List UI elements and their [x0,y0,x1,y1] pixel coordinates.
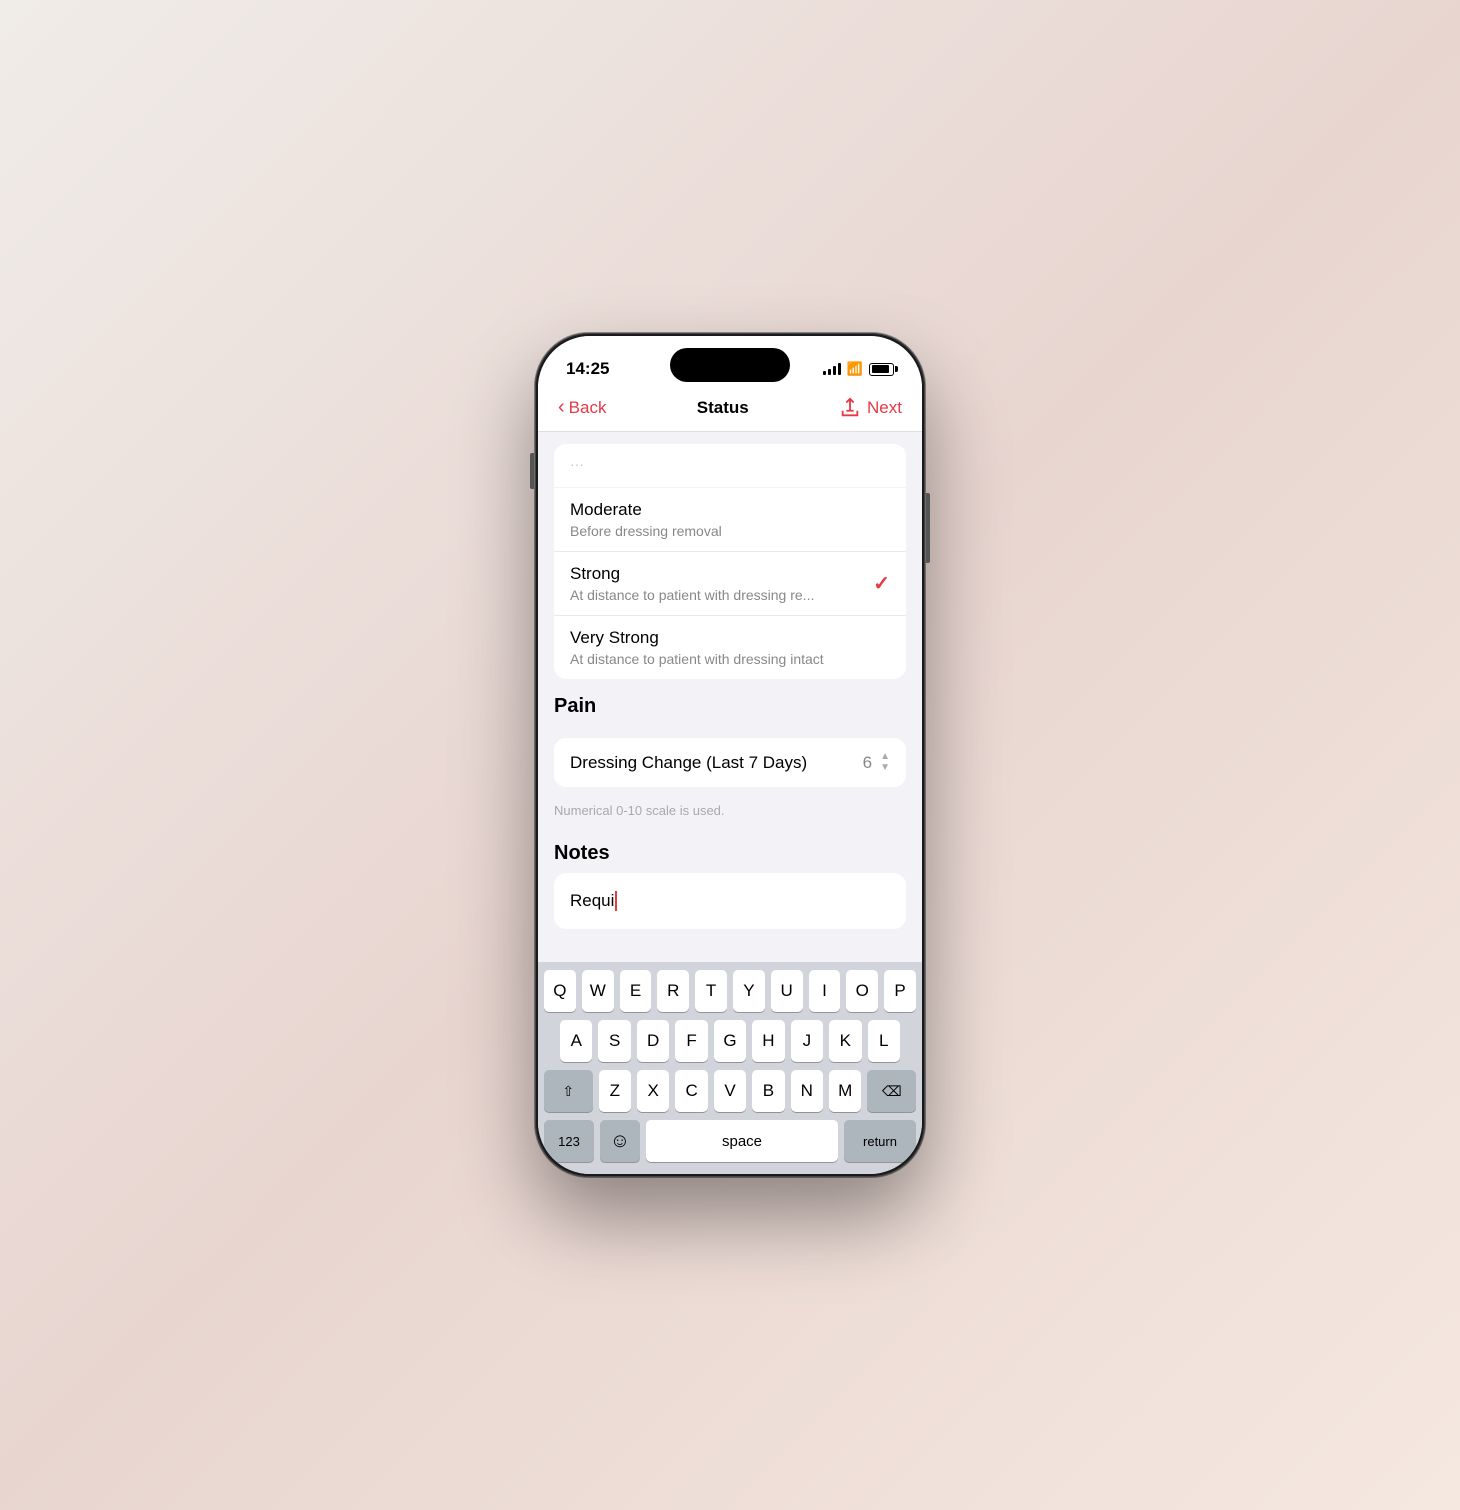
odor-strong-text: Strong At distance to patient with dress… [570,564,814,603]
odor-very-strong-text: Very Strong At distance to patient with … [570,628,824,667]
selected-checkmark: ✓ [873,571,890,596]
stepper-arrows[interactable]: ▲ ▼ [880,752,890,773]
key-shift[interactable]: ⇧ [544,1070,593,1112]
dynamic-island [670,348,790,382]
key-y[interactable]: Y [733,970,765,1012]
key-l[interactable]: L [868,1020,900,1062]
odor-very-strong-subtitle: At distance to patient with dressing int… [570,651,824,667]
key-m[interactable]: M [829,1070,861,1112]
key-x[interactable]: X [637,1070,669,1112]
pain-header: Pain [538,679,922,726]
odor-item-very-strong[interactable]: Very Strong At distance to patient with … [554,616,906,679]
key-e[interactable]: E [620,970,652,1012]
key-s[interactable]: S [598,1020,630,1062]
wifi-icon: 📶 [847,361,863,377]
odor-card: ··· Moderate Before dressing removal Str… [554,444,906,679]
key-q[interactable]: Q [544,970,576,1012]
battery-icon [869,363,894,376]
key-i[interactable]: I [809,970,841,1012]
key-emoji[interactable]: ☺ [600,1120,640,1162]
key-n[interactable]: N [791,1070,823,1112]
signal-icon [823,363,841,375]
odor-partial-title: ··· [570,456,584,472]
stepper-down-arrow[interactable]: ▼ [880,763,890,773]
notes-input[interactable]: Requi [554,873,906,929]
pain-card: Dressing Change (Last 7 Days) 6 ▲ ▼ [554,738,906,787]
back-button[interactable]: ‹ Back [558,396,606,419]
key-h[interactable]: H [752,1020,784,1062]
page-title: Status [697,398,749,418]
key-space[interactable]: space [646,1120,838,1162]
dressing-change-row[interactable]: Dressing Change (Last 7 Days) 6 ▲ ▼ [554,738,906,787]
key-z[interactable]: Z [599,1070,631,1112]
odor-moderate-text: Moderate Before dressing removal [570,500,722,539]
notes-header: Notes [538,826,922,873]
keyboard-row-2: A S D F G H J K L [544,1020,916,1062]
pain-hint: Numerical 0-10 scale is used. [538,799,922,826]
chevron-left-icon: ‹ [558,396,565,419]
next-label: Next [867,398,902,418]
key-a[interactable]: A [560,1020,592,1062]
status-time: 14:25 [566,359,609,379]
keyboard: Q W E R T Y U I O P A S D F G H J K [538,962,922,1174]
text-cursor [615,891,617,911]
keyboard-row-1: Q W E R T Y U I O P [544,970,916,1012]
key-u[interactable]: U [771,970,803,1012]
back-label: Back [569,398,607,418]
odor-very-strong-title: Very Strong [570,628,824,648]
key-delete[interactable]: ⌫ [867,1070,916,1112]
odor-item-partial-text: ··· [570,456,584,475]
odor-moderate-subtitle: Before dressing removal [570,523,722,539]
odor-moderate-title: Moderate [570,500,722,520]
key-b[interactable]: B [752,1070,784,1112]
odor-strong-subtitle: At distance to patient with dressing re.… [570,587,814,603]
notes-value: Requi [570,891,614,911]
key-v[interactable]: V [714,1070,746,1112]
stepper-value: 6 [863,753,872,773]
key-f[interactable]: F [675,1020,707,1062]
odor-item-partial[interactable]: ··· [554,444,906,488]
key-r[interactable]: R [657,970,689,1012]
key-t[interactable]: T [695,970,727,1012]
key-return[interactable]: return [844,1120,916,1162]
odor-strong-title: Strong [570,564,814,584]
key-numbers[interactable]: 123 [544,1120,594,1162]
key-w[interactable]: W [582,970,614,1012]
stepper-up-arrow[interactable]: ▲ [880,752,890,762]
share-icon [839,397,861,419]
dressing-change-label: Dressing Change (Last 7 Days) [570,753,807,773]
content-area: ··· Moderate Before dressing removal Str… [538,432,922,962]
key-g[interactable]: G [714,1020,746,1062]
key-p[interactable]: P [884,970,916,1012]
status-icons: 📶 [823,361,894,377]
odor-item-strong[interactable]: Strong At distance to patient with dress… [554,552,906,616]
key-o[interactable]: O [846,970,878,1012]
key-k[interactable]: K [829,1020,861,1062]
key-j[interactable]: J [791,1020,823,1062]
nav-bar: ‹ Back Status Next [538,388,922,432]
odor-item-moderate[interactable]: Moderate Before dressing removal [554,488,906,552]
key-c[interactable]: C [675,1070,707,1112]
keyboard-row-4: 123 ☺ space return [544,1120,916,1162]
stepper-control[interactable]: 6 ▲ ▼ [863,752,890,773]
key-d[interactable]: D [637,1020,669,1062]
keyboard-row-3: ⇧ Z X C V B N M ⌫ [544,1070,916,1112]
next-button[interactable]: Next [839,397,902,419]
